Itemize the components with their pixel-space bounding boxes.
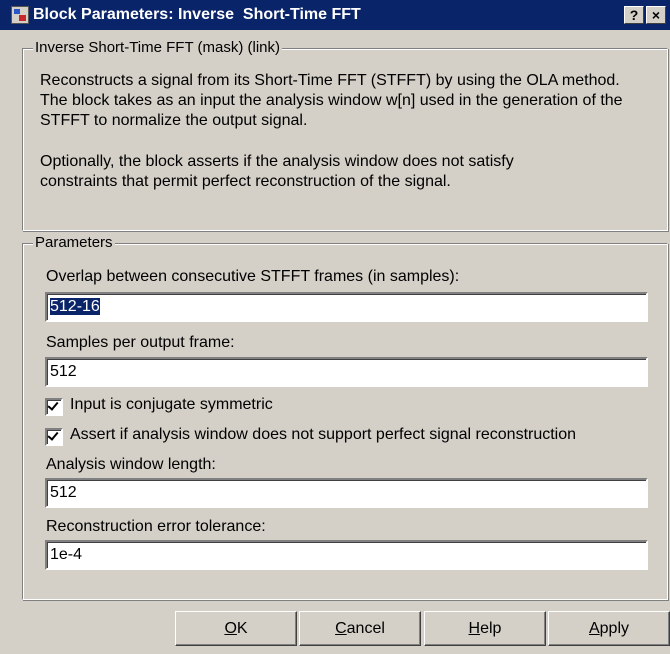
help-icon[interactable]: ? bbox=[624, 6, 644, 24]
ok-button[interactable]: OK bbox=[175, 611, 297, 646]
assert-reconstruction-checkbox[interactable] bbox=[45, 428, 63, 446]
window-title: Block Parameters: Inverse Short-Time FFT bbox=[33, 6, 361, 23]
description-line: STFFT to normalize the output signal. bbox=[40, 112, 308, 129]
conjugate-symmetric-label: Input is conjugate symmetric bbox=[70, 396, 273, 413]
samples-per-frame-label: Samples per output frame: bbox=[46, 334, 235, 351]
assert-reconstruction-label: Assert if analysis window does not suppo… bbox=[70, 426, 577, 443]
overlap-input[interactable]: 512-16 bbox=[45, 292, 648, 322]
apply-button[interactable]: Apply bbox=[548, 611, 670, 646]
description-line: Optionally, the block asserts if the ana… bbox=[40, 153, 514, 170]
overlap-label: Overlap between consecutive STFFT frames… bbox=[46, 268, 460, 285]
parameters-legend: Parameters bbox=[33, 234, 115, 251]
error-tolerance-label: Reconstruction error tolerance: bbox=[46, 518, 266, 535]
description-line: constraints that permit perfect reconstr… bbox=[40, 173, 451, 190]
description-legend: Inverse Short-Time FFT (mask) (link) bbox=[33, 39, 283, 56]
title-bar[interactable]: Block Parameters: Inverse Short-Time FFT… bbox=[0, 0, 670, 30]
overlap-value: 512-16 bbox=[50, 298, 100, 315]
samples-per-frame-input[interactable]: 512 bbox=[45, 357, 648, 387]
cancel-button[interactable]: Cancel bbox=[299, 611, 421, 646]
help-button[interactable]: Help bbox=[424, 611, 546, 646]
error-tolerance-input[interactable]: 1e-4 bbox=[45, 540, 648, 570]
window-length-input[interactable]: 512 bbox=[45, 478, 648, 508]
conjugate-symmetric-checkbox[interactable] bbox=[45, 398, 63, 416]
close-icon[interactable]: × bbox=[646, 6, 666, 24]
block-parameters-icon bbox=[11, 6, 29, 24]
description-line: Reconstructs a signal from its Short-Tim… bbox=[40, 72, 620, 89]
description-line: The block takes as an input the analysis… bbox=[40, 92, 623, 109]
window-length-label: Analysis window length: bbox=[46, 456, 216, 473]
